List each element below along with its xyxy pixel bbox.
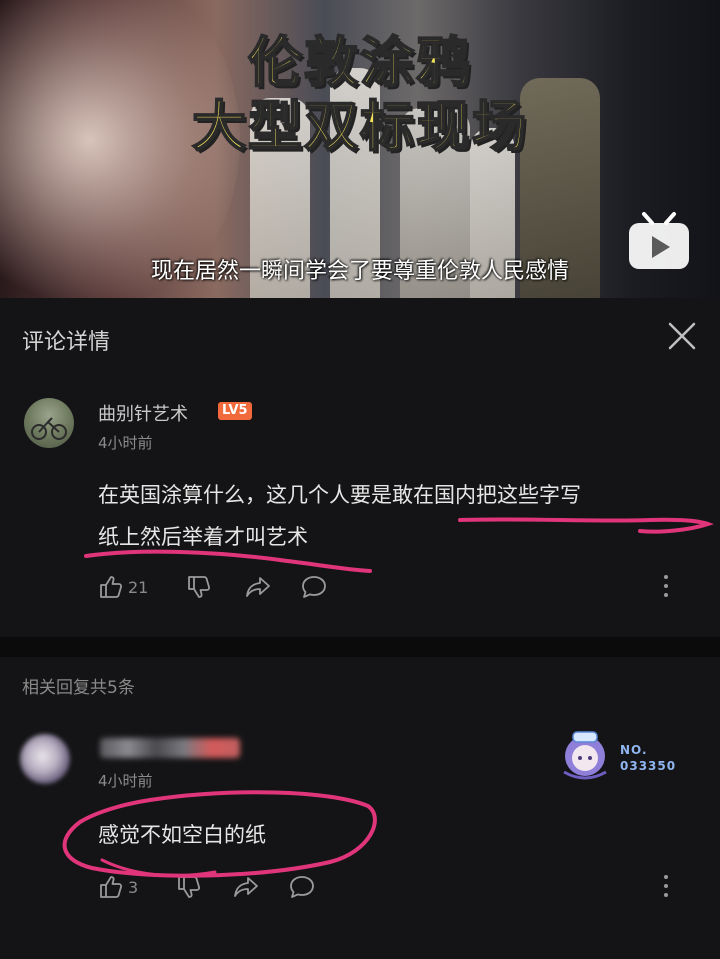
comment-detail-header: 评论详情 [0, 298, 720, 376]
fan-badge-number: 033350 [620, 759, 677, 773]
share-button[interactable] [232, 872, 260, 902]
avatar[interactable] [20, 734, 70, 784]
share-button[interactable] [244, 572, 272, 602]
dislike-button[interactable] [176, 872, 202, 902]
thumbs-up-icon [100, 576, 123, 598]
share-icon [234, 877, 258, 897]
comment-bubble-icon [302, 576, 326, 598]
fan-badge-text: NO. 033350 [620, 742, 676, 774]
dislike-button[interactable] [186, 572, 212, 602]
thumbs-down-icon [188, 576, 211, 598]
reply-time: 4小时前 [98, 772, 153, 790]
reply-button[interactable] [300, 572, 328, 602]
panel-title: 评论详情 [22, 330, 111, 355]
replies-count-header: 相关回复共5条 [22, 678, 135, 698]
more-options-icon[interactable] [662, 873, 670, 899]
thumbs-up-icon [100, 876, 123, 898]
like-button[interactable]: 21 [98, 572, 148, 602]
level-badge: LV5 [218, 402, 252, 420]
comment-username[interactable]: 曲别针艺术 [98, 400, 188, 426]
reply-actions: 3 [98, 872, 658, 902]
blurred-username[interactable] [100, 738, 240, 758]
like-count: 21 [128, 577, 149, 597]
comment-actions: 21 [98, 572, 658, 602]
video-subtitle: 现在居然一瞬间学会了要尊重伦敦人民感情 [150, 259, 569, 284]
like-count: 3 [128, 877, 139, 897]
close-icon[interactable] [664, 318, 700, 354]
reply-button[interactable] [288, 872, 316, 902]
fan-badge-label: NO. [620, 743, 648, 757]
comment-text-line1: 在英国涂算什么，这几个人要是敢在国内把这些字写 [98, 483, 581, 507]
comment-text-line2: 纸上然后举着才叫艺术 [98, 525, 308, 549]
thumbs-down-icon [178, 876, 201, 898]
video-title-line2: 大型双标现场 [191, 94, 528, 159]
annotation-underline [458, 517, 714, 534]
more-options-icon[interactable] [662, 573, 670, 599]
bilibili-tv-icon [629, 212, 689, 269]
reply-text: 感觉不如空白的纸 [98, 823, 266, 847]
video-player[interactable]: 伦敦涂鸦 大型双标现场 现在居然一瞬间学会了要尊重伦敦人民感情 [0, 0, 720, 298]
avatar[interactable] [24, 398, 74, 448]
share-icon [246, 577, 270, 597]
comment-bubble-icon [290, 876, 314, 898]
section-divider [0, 637, 720, 657]
like-button[interactable]: 3 [98, 872, 138, 902]
comment-time: 4小时前 [98, 434, 153, 452]
bicycle-icon [31, 417, 67, 440]
